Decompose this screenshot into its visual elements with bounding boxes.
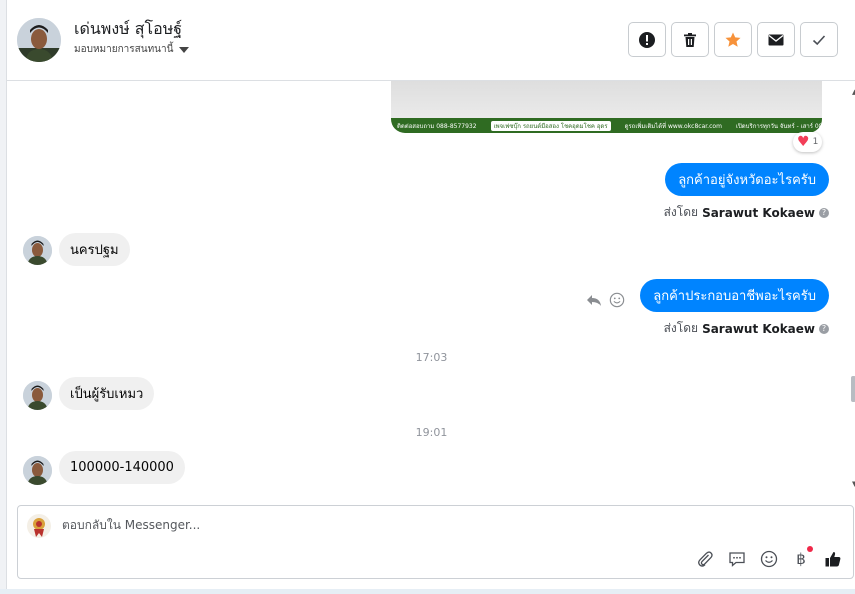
check-icon <box>812 34 826 45</box>
message-hover-tools <box>585 291 625 309</box>
sent-by-name[interactable]: Sarawut Kokaew <box>702 322 815 336</box>
payment-button[interactable]: ฿ <box>791 546 813 569</box>
mark-unread-button[interactable] <box>757 22 795 57</box>
message-bubble-outgoing[interactable]: ลูกค้าประกอบอาชีพอะไรครับ <box>640 279 829 312</box>
header-actions <box>628 22 838 57</box>
message-thread[interactable]: ติดต่อสอบถาม 088-8577932 เพจเฟซบุ๊ก รถยน… <box>7 81 855 493</box>
reply-composer: ฿ <box>17 505 854 579</box>
bottom-edge <box>0 589 855 594</box>
assign-label: มอบหมายการสนทนานี้ <box>74 44 174 55</box>
sent-by-label: ส่งโดย <box>663 321 699 335</box>
like-icon <box>825 552 841 567</box>
message-bubble-incoming[interactable]: นครปฐม <box>59 233 130 266</box>
message-bubble-outgoing[interactable]: ลูกค้าอยู่จังหวัดอะไรครับ <box>665 163 829 196</box>
sender-avatar[interactable] <box>23 381 52 410</box>
saved-replies-button[interactable] <box>727 549 747 569</box>
scrollbar-thumb[interactable] <box>851 376 855 402</box>
sender-avatar[interactable] <box>23 236 52 265</box>
saved-reply-icon <box>729 552 745 567</box>
delete-button[interactable] <box>671 22 709 57</box>
contact-avatar[interactable] <box>17 18 61 62</box>
emoji-icon <box>760 550 778 568</box>
contact-name[interactable]: เด่นพงษ์ สุโอษฐ์ <box>74 17 182 42</box>
sent-by-line: ส่งโดย Sarawut Kokaew ? <box>664 203 829 222</box>
trash-icon <box>684 32 696 47</box>
composer-tools: ฿ <box>695 546 843 569</box>
react-smiley-icon[interactable] <box>609 292 625 308</box>
banner-text-contact: ติดต่อสอบถาม 088-8577932 <box>397 122 477 130</box>
reply-input[interactable] <box>62 518 762 532</box>
sender-avatar[interactable] <box>23 456 52 485</box>
star-icon <box>725 32 741 47</box>
mark-done-button[interactable] <box>800 22 838 57</box>
reaction-count: 1 <box>812 137 819 147</box>
banner-text-hours: เปิดบริการทุกวัน จันทร์ - เสาร์ 08.00น. … <box>735 122 822 130</box>
like-button[interactable] <box>823 549 843 569</box>
baht-icon: ฿ <box>796 550 806 568</box>
help-icon[interactable]: ? <box>819 207 829 218</box>
conversation-header: เด่นพงษ์ สุโอษฐ์ มอบหมายการสนทนานี้ <box>7 0 855 81</box>
reaction-badge[interactable]: ♥ 1 <box>793 132 823 152</box>
paperclip-icon <box>698 551 713 567</box>
attachment-banner: ติดต่อสอบถาม 088-8577932 เพจเฟซบุ๊ก รถยน… <box>391 118 822 133</box>
sent-by-name[interactable]: Sarawut Kokaew <box>702 206 815 220</box>
message-bubble-incoming[interactable]: 100000-140000 <box>59 451 185 484</box>
page-avatar <box>27 514 51 538</box>
caret-down-icon <box>179 46 190 53</box>
banner-text-website: ดูรถเพิ่มเติมได้ที่ www.okc8car.com <box>624 122 722 130</box>
heart-icon: ♥ <box>797 134 810 150</box>
timestamp: 19:01 <box>415 426 448 439</box>
message-bubble-incoming[interactable]: เป็นผู้รับเหมว <box>59 377 155 410</box>
sent-by-label: ส่งโดย <box>663 205 699 219</box>
assign-conversation-dropdown[interactable]: มอบหมายการสนทนานี้ <box>74 42 190 57</box>
timestamp: 17:03 <box>415 351 448 364</box>
attach-button[interactable] <box>695 549 715 569</box>
reply-icon[interactable] <box>585 291 603 309</box>
envelope-icon <box>768 34 784 45</box>
emoji-button[interactable] <box>759 549 779 569</box>
conversation-window: เด่นพงษ์ สุโอษฐ์ มอบหมายการสนทนานี้ ติดต… <box>6 0 855 594</box>
notification-dot <box>807 546 813 552</box>
banner-text-page: เพจเฟซบุ๊ก รถยนต์มือสอง โชคอุดมโชค อุดร <box>490 120 611 131</box>
star-button[interactable] <box>714 22 752 57</box>
help-icon[interactable]: ? <box>819 323 829 334</box>
spam-button[interactable] <box>628 22 666 57</box>
image-attachment[interactable]: ติดต่อสอบถาม 088-8577932 เพจเฟซบุ๊ก รถยน… <box>391 81 822 133</box>
alert-circle-icon <box>639 31 655 48</box>
sent-by-line: ส่งโดย Sarawut Kokaew ? <box>664 319 829 338</box>
attachment-photo <box>391 81 822 118</box>
